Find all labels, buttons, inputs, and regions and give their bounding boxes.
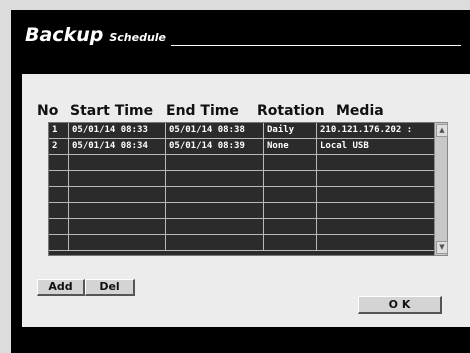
table-row[interactable] <box>49 235 435 251</box>
cell-end-time <box>166 219 264 234</box>
column-header-media: Media <box>336 103 384 119</box>
cell-no <box>49 155 69 170</box>
cell-rotation <box>264 171 317 186</box>
table-row[interactable] <box>49 219 435 235</box>
del-button[interactable]: Del <box>85 279 135 296</box>
cell-media <box>317 235 435 250</box>
cell-no: 2 <box>49 139 69 154</box>
cell-rotation: None <box>264 139 317 154</box>
cell-end-time <box>166 235 264 250</box>
page-title: Backup Schedule <box>25 24 166 46</box>
cell-media: Local USB <box>317 139 435 154</box>
cell-start-time <box>69 203 166 218</box>
arrow-down-icon[interactable]: ▼ <box>436 241 448 254</box>
cell-no <box>49 171 69 186</box>
cell-media <box>317 187 435 202</box>
cell-end-time: 05/01/14 08:38 <box>166 123 264 138</box>
cell-rotation <box>264 219 317 234</box>
arrow-up-icon[interactable]: ▲ <box>436 124 448 137</box>
table-row[interactable] <box>49 187 435 203</box>
cell-end-time <box>166 155 264 170</box>
table-row[interactable] <box>49 171 435 187</box>
cell-no <box>49 203 69 218</box>
cell-rotation: Daily <box>264 123 317 138</box>
cell-rotation <box>264 235 317 250</box>
schedule-table: 1 05/01/14 08:33 05/01/14 08:38 Daily 21… <box>48 122 436 256</box>
cell-media: 210.121.176.202 : <box>317 123 435 138</box>
cell-rotation <box>264 155 317 170</box>
column-header-start-time: Start Time <box>70 103 154 119</box>
cell-end-time <box>166 187 264 202</box>
cell-start-time <box>69 235 166 250</box>
cell-end-time <box>166 203 264 218</box>
cell-start-time <box>69 219 166 234</box>
title-text: Backup <box>25 24 104 46</box>
table-row[interactable]: 1 05/01/14 08:33 05/01/14 08:38 Daily 21… <box>49 123 435 139</box>
title-underline <box>171 45 461 46</box>
ok-button[interactable]: O K <box>358 296 442 314</box>
table-scrollbar[interactable]: ▲ ▼ <box>434 122 448 256</box>
cell-rotation <box>264 187 317 202</box>
cell-end-time <box>166 171 264 186</box>
cell-media <box>317 155 435 170</box>
cell-media <box>317 203 435 218</box>
cell-start-time: 05/01/14 08:34 <box>69 139 166 154</box>
cell-start-time <box>69 171 166 186</box>
subtitle-text: Schedule <box>109 31 167 44</box>
cell-start-time <box>69 187 166 202</box>
table-row[interactable] <box>49 203 435 219</box>
cell-start-time: 05/01/14 08:33 <box>69 123 166 138</box>
cell-no <box>49 187 69 202</box>
cell-media <box>317 219 435 234</box>
cell-rotation <box>264 203 317 218</box>
column-header-end-time: End Time <box>166 103 239 119</box>
schedule-panel: No Start Time End Time Rotation Media 1 … <box>22 74 470 327</box>
cell-media <box>317 171 435 186</box>
column-header-rotation: Rotation <box>257 103 325 119</box>
cell-no: 1 <box>49 123 69 138</box>
cell-end-time: 05/01/14 08:39 <box>166 139 264 154</box>
cell-no <box>49 219 69 234</box>
cell-no <box>49 235 69 250</box>
add-button[interactable]: Add <box>37 279 85 296</box>
table-row[interactable]: 2 05/01/14 08:34 05/01/14 08:39 None Loc… <box>49 139 435 155</box>
table-row[interactable] <box>49 155 435 171</box>
cell-start-time <box>69 155 166 170</box>
column-header-no: No <box>37 103 59 119</box>
backup-screen: Backup Schedule No Start Time End Time Ro… <box>11 10 470 353</box>
